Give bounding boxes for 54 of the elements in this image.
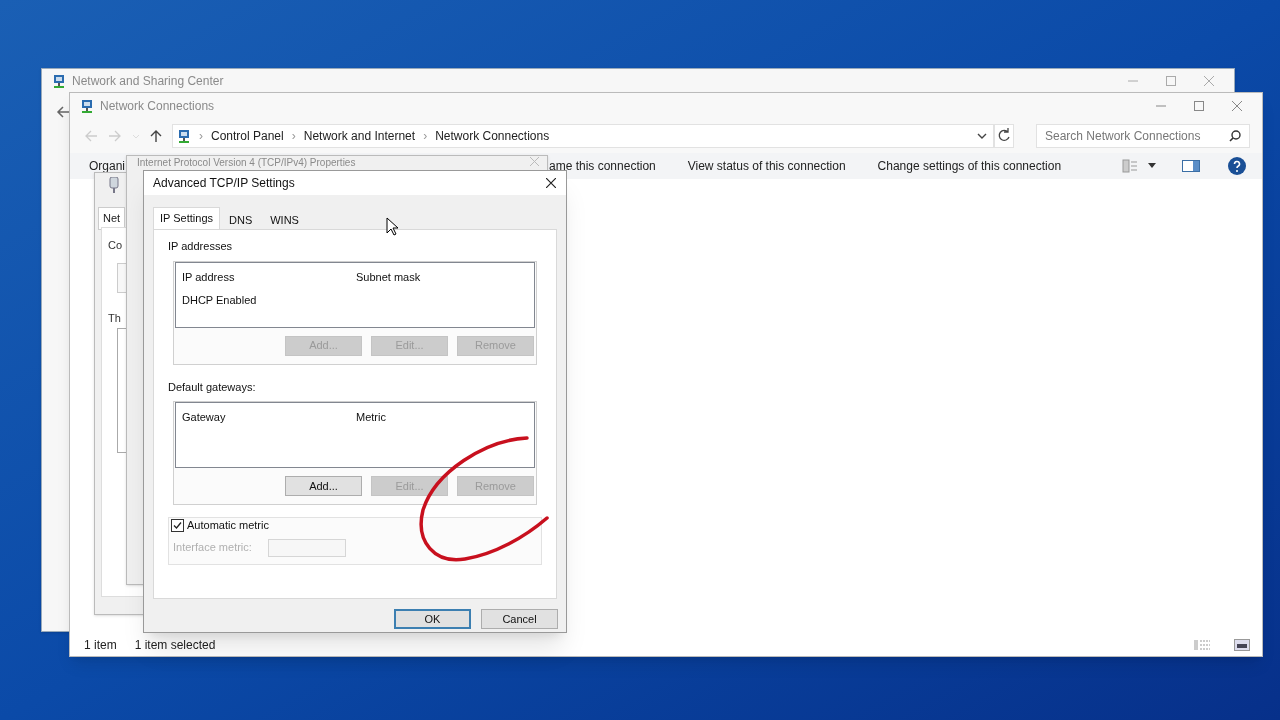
separator-glyph: › — [199, 128, 203, 145]
breadcrumb-item[interactable]: Control Panel — [211, 127, 284, 145]
adapter-icon — [109, 177, 119, 193]
back-arrow-icon[interactable] — [56, 106, 70, 118]
dialog-tab[interactable]: IP Settings — [153, 207, 220, 229]
maximize-icon[interactable] — [1166, 76, 1176, 86]
column-header: Metric — [356, 410, 386, 425]
push-button[interactable]: Cancel — [481, 609, 558, 629]
network-icon — [80, 99, 94, 113]
label-text: Co — [108, 238, 123, 253]
dropdown-icon[interactable] — [1148, 163, 1156, 169]
window-title: Network and Sharing Center — [72, 73, 224, 90]
list-box[interactable]: IP address Subnet mask DHCP Enabled — [175, 261, 535, 328]
list-row[interactable]: DHCP Enabled — [182, 292, 257, 309]
toolbar-command[interactable]: ame this connection — [549, 157, 656, 175]
field-label: Interface metric: — [173, 540, 252, 556]
close-icon[interactable] — [546, 178, 556, 188]
push-button[interactable]: Add... — [285, 476, 362, 496]
address-bar[interactable]: › Control Panel › Network and Internet › Network Connections — [172, 124, 994, 148]
window-title: Network Connections — [100, 98, 215, 115]
column-header: IP address — [182, 269, 236, 285]
toolbar-command[interactable]: Change settings of this connection — [877, 157, 1062, 175]
maximize-icon[interactable] — [1194, 101, 1204, 111]
tiles-view-icon[interactable] — [1234, 639, 1250, 651]
view-options-icon[interactable] — [1122, 159, 1138, 173]
dialog-tab[interactable]: Net — [98, 207, 126, 230]
preview-pane-icon[interactable] — [1182, 160, 1200, 172]
search-placeholder: Search Network Connections — [1045, 128, 1201, 145]
status-text: 1 item — [84, 637, 117, 654]
help-icon[interactable] — [1228, 157, 1246, 175]
network-icon — [177, 129, 191, 143]
dialog-title: Internet Protocol Version 4 (TCP/IPv4) Properties — [137, 157, 356, 169]
dialog-title: Advanced TCP/IP Settings — [153, 175, 295, 192]
search-icon[interactable] — [1229, 130, 1241, 142]
breadcrumb-item[interactable]: Network and Internet — [303, 127, 416, 145]
column-header: Gateway — [182, 410, 227, 425]
up-arrow-icon[interactable] — [150, 129, 162, 143]
separator-glyph: › — [291, 128, 296, 145]
checkbox-label: Automatic metric — [187, 518, 269, 533]
checkbox[interactable] — [171, 518, 184, 532]
push-button[interactable]: OK — [394, 609, 471, 629]
refresh-icon[interactable] — [994, 124, 1014, 148]
search-field[interactable]: Search Network Connections — [1036, 124, 1250, 148]
status-text: 1 item selected — [134, 637, 216, 654]
dropdown-icon[interactable] — [977, 132, 987, 140]
separator-glyph: › — [423, 128, 428, 145]
list-box[interactable]: Gateway Metric — [175, 402, 535, 468]
group-label: Default gateways: — [168, 379, 256, 395]
toolbar-command[interactable]: View status of this connection — [687, 157, 846, 175]
breadcrumb-item[interactable]: Network Connections — [435, 127, 550, 145]
column-header: Subnet mask — [356, 269, 421, 285]
network-icon — [52, 74, 66, 88]
label-text: Th — [108, 311, 121, 326]
group-label: IP addresses — [168, 239, 232, 254]
